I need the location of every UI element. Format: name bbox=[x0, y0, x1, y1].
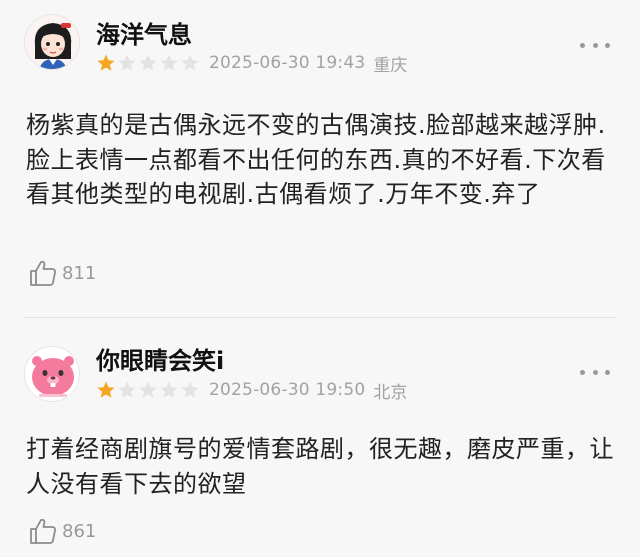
pink-beaver-avatar-icon bbox=[25, 347, 79, 401]
star-filled-icon bbox=[97, 381, 115, 398]
user-avatar[interactable] bbox=[24, 346, 80, 402]
review-text: 打着经商剧旗号的爱情套路剧，很无趣，磨皮严重，让人没有看下去的欲望 bbox=[26, 435, 614, 498]
star-empty-icon bbox=[118, 54, 136, 71]
more-dot-icon bbox=[592, 42, 598, 48]
like-button[interactable]: 861 bbox=[28, 516, 96, 546]
star-empty-icon bbox=[139, 54, 157, 71]
star-empty-icon bbox=[160, 54, 178, 71]
review-location: 北京 bbox=[373, 382, 408, 403]
thumbs-up-icon bbox=[30, 518, 56, 544]
more-dot-icon bbox=[605, 42, 610, 48]
review-meta: 2025-06-30 19:43 重庆 bbox=[96, 52, 408, 76]
star-empty-icon bbox=[181, 54, 199, 71]
more-options-button[interactable] bbox=[580, 367, 610, 377]
review-location: 重庆 bbox=[373, 55, 408, 76]
more-dot-icon bbox=[580, 369, 585, 375]
divider bbox=[24, 317, 616, 318]
username[interactable]: 你眼睛会笑i bbox=[96, 346, 224, 376]
like-count: 861 bbox=[62, 520, 97, 542]
girl-avatar-icon bbox=[25, 15, 79, 69]
star-empty-icon bbox=[118, 381, 136, 398]
star-empty-icon bbox=[160, 381, 178, 398]
star-empty-icon bbox=[181, 381, 199, 398]
thumbs-up-icon bbox=[30, 260, 56, 286]
star-empty-icon bbox=[139, 381, 157, 398]
more-dot-icon bbox=[580, 42, 585, 48]
like-count: 811 bbox=[62, 262, 97, 284]
review-date: 2025-06-30 19:50 bbox=[209, 380, 366, 400]
review-meta: 2025-06-30 19:50 北京 bbox=[96, 379, 408, 403]
star-filled-icon bbox=[97, 54, 115, 71]
more-dot-icon bbox=[592, 369, 598, 375]
review-text: 杨紫真的是古偶永远不变的古偶演技.脸部越来越浮肿.脸上表情一点都看不出任何的东西… bbox=[26, 111, 606, 208]
user-avatar[interactable] bbox=[24, 14, 80, 70]
more-dot-icon bbox=[605, 369, 610, 375]
star-rating bbox=[96, 380, 201, 400]
star-rating bbox=[96, 53, 201, 73]
username[interactable]: 海洋气息 bbox=[96, 20, 192, 50]
review-date: 2025-06-30 19:43 bbox=[209, 53, 366, 73]
like-button[interactable]: 811 bbox=[28, 258, 96, 288]
more-options-button[interactable] bbox=[580, 40, 610, 50]
